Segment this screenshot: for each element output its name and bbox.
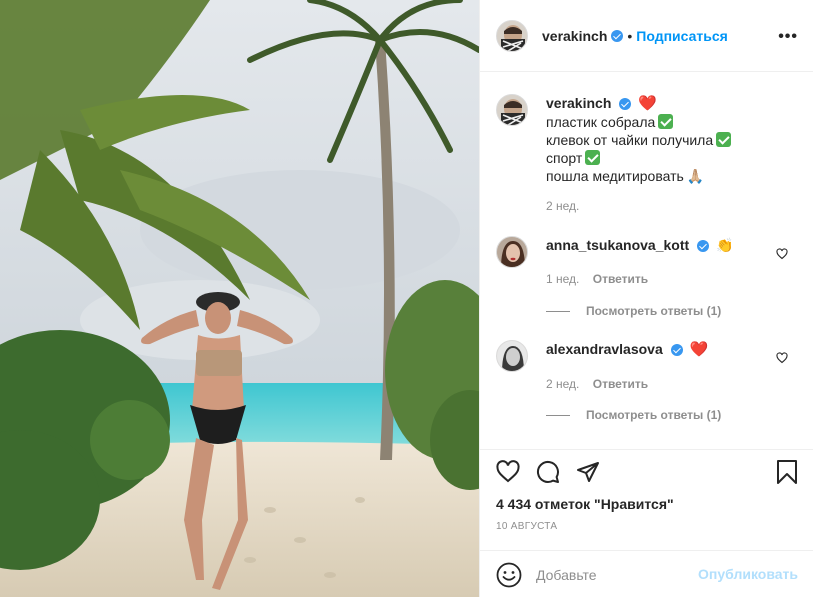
reply-button[interactable]: Ответить (593, 272, 648, 286)
view-replies-label: Посмотреть ответы (1) (586, 408, 722, 422)
author-username[interactable]: verakinch (542, 28, 607, 44)
caption-line-2: клевок от чайки получила (546, 132, 714, 148)
instagram-post: verakinch • Подписаться ••• verakinch ❤️… (0, 0, 813, 597)
comment-icon[interactable] (536, 460, 560, 484)
comment-username[interactable]: anna_tsukanova_kott (546, 237, 689, 253)
verified-badge-icon (670, 344, 683, 357)
commenter-avatar[interactable] (496, 340, 528, 372)
beach-photo-illustration (0, 0, 479, 597)
separator-dot: • (627, 27, 633, 44)
check-mark-icon (716, 132, 732, 147)
comment-time[interactable]: 1 нед. (546, 272, 579, 286)
check-mark-icon (658, 114, 674, 129)
share-icon[interactable] (576, 460, 600, 484)
publish-button[interactable]: Опубликовать (698, 566, 798, 582)
comment-like-heart-icon[interactable] (776, 248, 788, 260)
comment-like-heart-icon[interactable] (776, 352, 788, 364)
check-mark-icon (585, 150, 601, 165)
caption-line-3: спорт (546, 150, 583, 166)
verified-badge-icon (611, 29, 624, 42)
comment-text: 👏 (715, 237, 734, 253)
comment-item: alexandravlasova ❤️ 2 нед. Ответить (496, 340, 796, 393)
action-icons (496, 460, 798, 488)
replies-divider (546, 310, 570, 312)
view-replies-button[interactable]: Посмотреть ответы (1) (546, 408, 721, 422)
avatar-image (497, 237, 527, 267)
verified-badge-icon (619, 98, 632, 111)
caption-author-avatar[interactable] (496, 94, 528, 126)
post-photo[interactable] (0, 0, 479, 597)
caption-line-4: пошла медитировать (546, 168, 684, 184)
avatar-image (497, 341, 527, 371)
comment-input[interactable] (536, 566, 696, 583)
view-replies-button[interactable]: Посмотреть ответы (1) (546, 304, 721, 318)
verified-badge-icon (697, 240, 710, 253)
post-side-panel: verakinch • Подписаться ••• verakinch ❤️… (479, 0, 813, 597)
add-comment-bar: Опубликовать (480, 550, 813, 598)
bookmark-icon[interactable] (776, 460, 798, 484)
heart-emoji: ❤️ (638, 95, 657, 112)
comment-username[interactable]: alexandravlasova (546, 341, 663, 357)
heart-icon[interactable] (496, 460, 520, 484)
post-actions: 4 434 отметок "Нравится" 10 АВГУСТА Опуб… (480, 449, 813, 597)
emoji-smiley-icon[interactable] (496, 562, 522, 588)
commenter-avatar[interactable] (496, 236, 528, 268)
caption-line-1: пластик собрала (546, 114, 656, 130)
post-caption: verakinch ❤️ пластик собрала клевок от ч… (496, 94, 796, 215)
caption-time[interactable]: 2 нед. (546, 197, 731, 215)
more-options-icon[interactable]: ••• (778, 28, 798, 46)
replies-divider (546, 414, 570, 416)
post-header: verakinch • Подписаться ••• (480, 0, 813, 72)
comment-text: ❤️ (689, 341, 709, 358)
reply-button[interactable]: Ответить (593, 377, 648, 391)
avatar-image (497, 95, 527, 125)
author-avatar[interactable] (496, 19, 528, 52)
comments-section[interactable]: verakinch ❤️ пластик собрала клевок от ч… (480, 72, 813, 449)
follow-button[interactable]: Подписаться (636, 28, 728, 44)
avatar-image (497, 20, 527, 51)
likes-count[interactable]: 4 434 отметок "Нравится" (496, 496, 674, 512)
view-replies-label: Посмотреть ответы (1) (586, 304, 722, 318)
post-date[interactable]: 10 АВГУСТА (496, 521, 557, 532)
caption-username[interactable]: verakinch (546, 95, 611, 111)
comment-item: anna_tsukanova_kott 👏 1 нед. Ответить (496, 236, 796, 288)
comment-time[interactable]: 2 нед. (546, 377, 579, 391)
praying-hands-emoji: 🙏🏼 (686, 168, 705, 184)
